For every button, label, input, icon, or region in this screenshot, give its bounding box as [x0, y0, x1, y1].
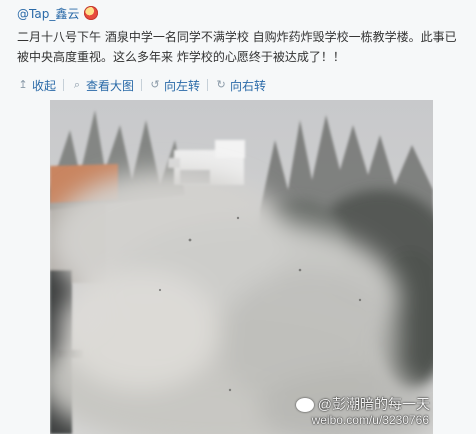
- rotate-right-label: 向右转: [230, 78, 267, 93]
- action-separator: [63, 79, 65, 91]
- smoke-photo: [50, 100, 433, 434]
- zoom-icon: ⌕: [73, 78, 81, 91]
- weibo-logo-icon: [295, 398, 314, 412]
- rotate-right-button[interactable]: ↻ 向右转: [215, 77, 266, 94]
- watermark-url: weibo.com/u/3230766: [311, 413, 429, 427]
- rotate-right-icon: ↻: [216, 78, 226, 91]
- watermark-user: @彭潮暗的每一天: [295, 395, 433, 412]
- image-watermark: @彭潮暗的每一天 weibo.com/u/3230766: [295, 395, 433, 428]
- action-separator: [207, 79, 209, 91]
- post-header: @Tap_鑫云: [17, 4, 99, 22]
- image-action-bar: ↥ 收起 ⌕ 查看大图 ↺ 向左转 ↻ 向右转: [17, 75, 271, 95]
- collapse-button[interactable]: ↥ 收起: [17, 77, 56, 94]
- view-large-button[interactable]: ⌕ 查看大图: [71, 77, 134, 94]
- view-large-label: 查看大图: [86, 78, 135, 93]
- action-separator: [141, 79, 143, 91]
- collapse-icon: ↥: [18, 78, 28, 91]
- watermark-user-text: @彭潮暗的每一天: [317, 395, 430, 412]
- weibo-post: @Tap_鑫云 二月十八号下午 酒泉中学一名同学不满学校 自购炸药炸毁学校一栋教…: [0, 0, 476, 434]
- post-text: 二月十八号下午 酒泉中学一名同学不满学校 自购炸药炸毁学校一栋教学楼。此事已被中…: [17, 30, 457, 64]
- verified-badge-icon: [84, 6, 99, 20]
- rotate-left-label: 向左转: [164, 78, 201, 93]
- rotate-left-button[interactable]: ↺ 向左转: [149, 77, 200, 94]
- post-image[interactable]: @彭潮暗的每一天 weibo.com/u/3230766: [50, 100, 433, 434]
- collapse-label: 收起: [32, 78, 57, 93]
- author-link[interactable]: @Tap_鑫云: [17, 5, 79, 22]
- rotate-left-icon: ↺: [150, 78, 160, 91]
